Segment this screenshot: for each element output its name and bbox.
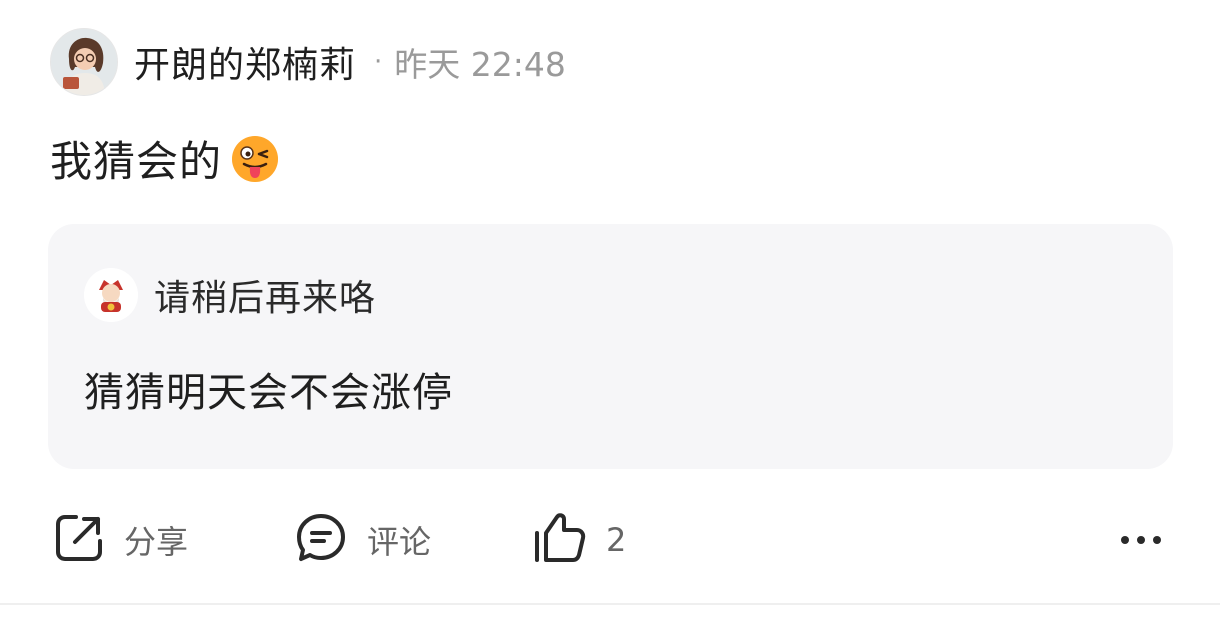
thumbs-up-icon bbox=[530, 509, 588, 571]
more-icon bbox=[1117, 531, 1165, 550]
more-options-button[interactable] bbox=[1113, 505, 1169, 575]
like-count: 2 bbox=[606, 521, 627, 559]
share-icon bbox=[52, 511, 106, 569]
share-label: 分享 bbox=[124, 523, 189, 561]
quoted-author-name[interactable]: 请稍后再来咯 bbox=[154, 269, 376, 321]
post-timestamp: 昨天 22:48 bbox=[394, 45, 566, 84]
bottom-divider bbox=[0, 603, 1220, 605]
quoted-post-header: 请稍后再来咯 bbox=[84, 268, 376, 322]
author-name[interactable]: 开朗的郑楠莉 bbox=[134, 36, 356, 88]
post-header: 开朗的郑楠莉 · 昨天 22:48 bbox=[50, 27, 566, 97]
post-text: 我猜会的 bbox=[50, 137, 223, 186]
comment-label: 评论 bbox=[367, 523, 432, 561]
comment-icon bbox=[293, 510, 349, 570]
like-button[interactable]: 2 bbox=[530, 505, 626, 575]
quoted-post-text: 猜猜明天会不会涨停 bbox=[84, 370, 453, 416]
meta-separator: · bbox=[374, 47, 383, 77]
share-button[interactable]: 分享 bbox=[52, 505, 188, 575]
quoted-post-card[interactable]: 请稍后再来咯 猜猜明天会不会涨停 bbox=[48, 224, 1173, 469]
comment-button[interactable]: 评论 bbox=[293, 505, 431, 575]
post-content: 我猜会的 bbox=[50, 128, 280, 189]
quoted-author-avatar[interactable] bbox=[84, 268, 138, 322]
winking-face-with-tongue-icon bbox=[230, 134, 280, 184]
action-bar: 分享 评论 2 bbox=[0, 505, 1220, 575]
author-avatar[interactable] bbox=[50, 28, 118, 96]
